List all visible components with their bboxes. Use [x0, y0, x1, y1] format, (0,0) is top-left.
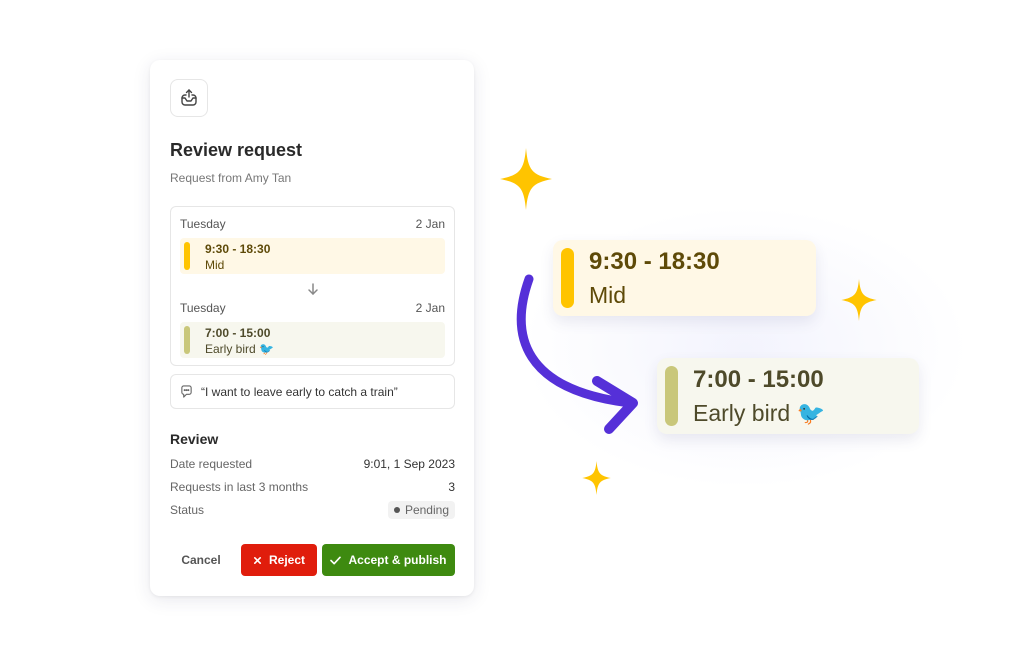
- status-dot-icon: [393, 507, 400, 513]
- review-row-request-count: Requests in last 3 months 3: [170, 480, 455, 494]
- comment-text: “I want to leave early to catch a train”: [201, 384, 398, 399]
- header-icon-box: [170, 79, 208, 117]
- original-shift-time: 9:30 - 18:30: [205, 242, 271, 256]
- review-value: 9:01, 1 Sep 2023: [363, 457, 455, 471]
- accept-publish-button[interactable]: Accept & publish: [322, 544, 455, 576]
- original-shift: 9:30 - 18:30 Mid: [180, 238, 445, 274]
- shift-change-box: Tuesday 2 Jan 9:30 - 18:30 Mid Tuesday 2…: [170, 206, 455, 366]
- review-heading: Review: [170, 431, 219, 447]
- dialog-title: Review request: [170, 140, 303, 160]
- requested-shift-name: Early bird 🐦: [205, 342, 274, 356]
- chat-bubble-icon: [181, 385, 192, 398]
- shift-color-bar: [561, 248, 574, 308]
- requested-shift-time: 7:00 - 15:00: [205, 326, 271, 340]
- close-icon: [253, 556, 261, 564]
- check-icon: [330, 556, 342, 564]
- reject-button[interactable]: Reject: [241, 544, 317, 576]
- shift-color-bar: [184, 242, 190, 270]
- dialog-subtitle: Request from Amy Tan: [170, 171, 292, 185]
- status-badge: Pending: [387, 501, 455, 519]
- cancel-button[interactable]: Cancel: [170, 544, 232, 576]
- review-request-dialog: Review request Request from Amy Tan Tues…: [150, 60, 474, 596]
- cancel-label: Cancel: [181, 553, 221, 567]
- review-label: Requests in last 3 months: [170, 480, 309, 494]
- original-day: Tuesday: [180, 217, 226, 231]
- review-row-date-requested: Date requested 9:01, 1 Sep 2023: [170, 457, 455, 471]
- requested-date: 2 Jan: [415, 301, 445, 315]
- review-row-status: Status Pending: [170, 501, 455, 519]
- illustration-to-shift: 7:00 - 15:00 Early bird 🐦: [657, 358, 919, 434]
- to-shift-name: Early bird 🐦: [693, 400, 826, 426]
- original-shift-name: Mid: [205, 258, 225, 272]
- reject-label: Reject: [268, 553, 306, 567]
- original-date: 2 Jan: [415, 217, 445, 231]
- sparkle-icon: [841, 279, 877, 321]
- sparkle-icon: [582, 461, 611, 495]
- inbox-upload-icon: [181, 89, 197, 106]
- to-shift-time: 7:00 - 15:00: [693, 366, 824, 393]
- original-day-row: Tuesday 2 Jan: [180, 217, 445, 231]
- sparkle-icon: [500, 148, 552, 210]
- requested-shift: 7:00 - 15:00 Early bird 🐦: [180, 322, 445, 358]
- requested-day-row: Tuesday 2 Jan: [180, 301, 445, 315]
- review-label: Date requested: [170, 457, 253, 471]
- illustration-from-shift: 9:30 - 18:30 Mid: [553, 240, 816, 316]
- from-shift-time: 9:30 - 18:30: [589, 248, 720, 275]
- review-value: 3: [448, 480, 455, 494]
- requested-day: Tuesday: [180, 301, 226, 315]
- accept-label: Accept & publish: [348, 553, 447, 567]
- shift-color-bar: [184, 326, 190, 354]
- review-label: Status: [170, 503, 205, 517]
- request-comment: “I want to leave early to catch a train”: [170, 374, 455, 409]
- arrow-down-icon: [308, 283, 318, 295]
- from-shift-name: Mid: [589, 282, 627, 308]
- shift-color-bar: [665, 366, 678, 426]
- status-text: Pending: [404, 503, 449, 517]
